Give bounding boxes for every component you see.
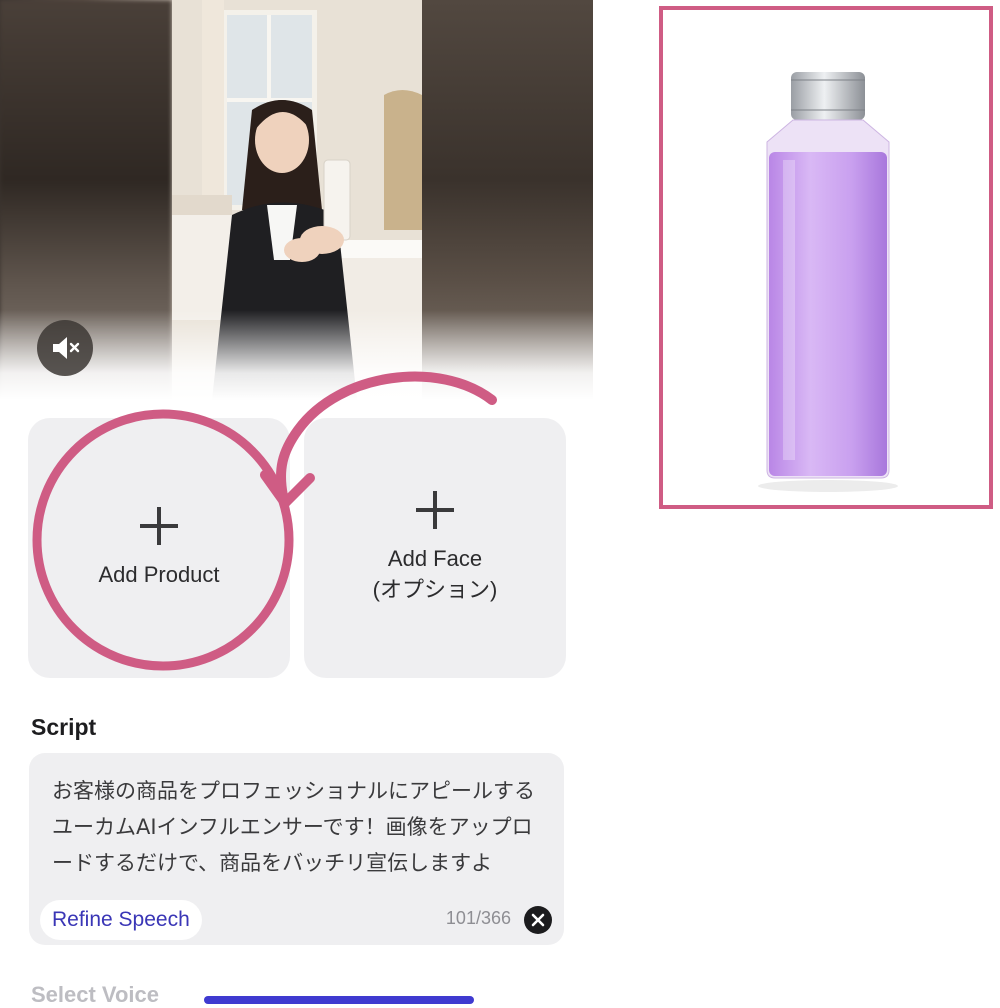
video-preview[interactable] xyxy=(0,0,593,400)
script-text[interactable]: お客様の商品をプロフェッショナルにアピールするユーカムAIインフルエンサーです！… xyxy=(52,773,546,897)
script-heading: Script xyxy=(31,714,97,740)
script-field[interactable]: お客様の商品をプロフェッショナルにアピールするユーカムAIインフルエンサーです！… xyxy=(29,753,564,945)
plus-icon xyxy=(140,506,178,545)
clear-script-button[interactable] xyxy=(524,906,552,934)
add-face-sublabel: (オプション) xyxy=(372,577,498,602)
speaker-muted-icon xyxy=(53,337,80,359)
refine-speech-button[interactable]: Refine Speech xyxy=(40,900,202,940)
add-face-button[interactable]: Add Face (オプション) xyxy=(304,418,566,678)
select-voice-heading: Select Voice xyxy=(31,982,159,1007)
close-circle-icon xyxy=(531,913,545,927)
product-bottle-image xyxy=(758,72,898,492)
plus-icon xyxy=(416,491,454,529)
add-face-label: Add Face xyxy=(387,546,483,571)
mute-button[interactable] xyxy=(37,320,93,376)
character-counter: 101/366 xyxy=(445,908,511,928)
add-product-button[interactable]: Add Product xyxy=(28,418,290,678)
voice-selector[interactable] xyxy=(204,996,474,1004)
product-image-frame xyxy=(659,6,993,509)
add-product-label: Add Product xyxy=(98,561,220,587)
